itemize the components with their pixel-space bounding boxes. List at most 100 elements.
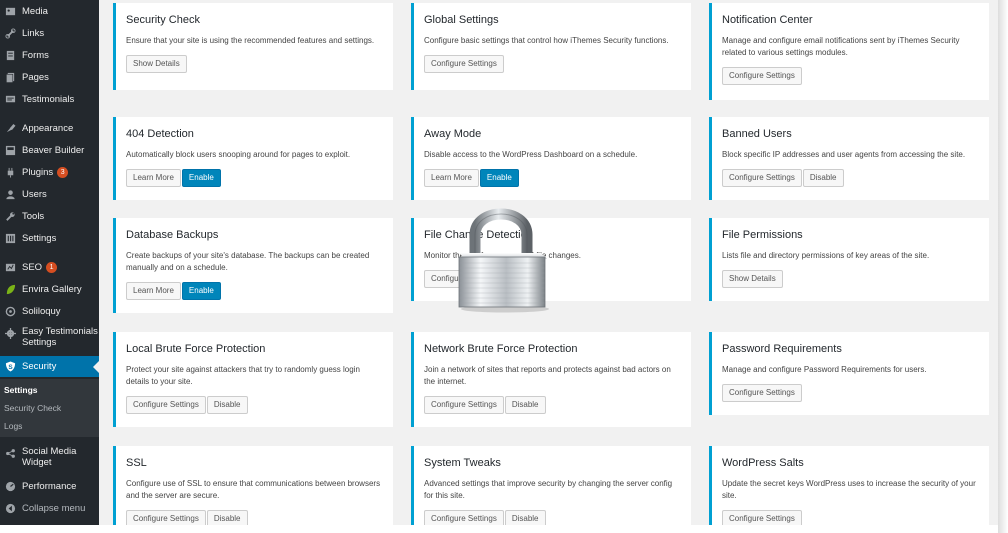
module-card-wordpress-salts: WordPress Salts Update the secret keys W… [709, 446, 989, 528]
module-card-network-brute-force-protection: Network Brute Force Protection Join a ne… [411, 332, 691, 427]
module-card-notification-center: Notification Center Manage and configure… [709, 3, 989, 100]
sidebar-item-label: Pages [22, 71, 49, 83]
module-card-global-settings: Global Settings Configure basic settings… [411, 3, 691, 90]
disable-button[interactable]: Disable [206, 396, 248, 414]
learn-more-button[interactable]: Learn More [126, 169, 181, 187]
sidebar-item-label: Easy Testimonials Settings [22, 326, 98, 348]
sidebar-item-label: Tools [22, 210, 45, 222]
module-description: Protect your site against attackers that… [126, 365, 360, 386]
forms-icon [4, 49, 16, 61]
frame-border [0, 525, 1008, 533]
sidebar-item-forms[interactable]: Forms [0, 48, 99, 62]
module-description: Block specific IP addresses and user age… [722, 150, 966, 159]
submenu-item-logs[interactable]: Logs [4, 421, 22, 431]
enable-button[interactable]: Enable [181, 169, 221, 187]
enable-button[interactable]: Enable [479, 169, 519, 187]
sidebar-item-label: Testimonials [22, 93, 75, 105]
configure-settings-button[interactable]: Configure Settings [126, 396, 206, 414]
module-description: Disable access to the WordPress Dashboar… [424, 150, 638, 159]
testimonials-icon [4, 93, 16, 105]
module-title: Banned Users [722, 128, 792, 140]
module-description: Configure basic settings that control ho… [424, 36, 669, 45]
links-icon [4, 27, 16, 39]
module-card-database-backups: Database Backups Create backups of your … [113, 218, 393, 313]
sidebar-item-label: Performance [22, 480, 77, 492]
seo-icon [4, 261, 16, 273]
module-card-banned-users: Banned Users Block specific IP addresses… [709, 117, 989, 200]
sidebar-item-links[interactable]: Links [0, 26, 99, 40]
update-count-badge: 3 [57, 166, 69, 178]
frame-border [998, 0, 1008, 533]
module-description: Advanced settings that improve security … [424, 479, 673, 500]
sidebar-item-seo[interactable]: SEO 1 [0, 260, 99, 274]
pages-icon [4, 71, 16, 83]
module-card-ssl: SSL Configure use of SSL to ensure that … [113, 446, 393, 528]
sidebar-item-label: Soliloquy [22, 305, 61, 317]
sidebar-item-security[interactable]: S Security [0, 356, 99, 377]
learn-more-button[interactable]: Learn More [424, 169, 479, 187]
sidebar-item-testimonials[interactable]: Testimonials [0, 92, 99, 106]
configure-settings-button[interactable]: Configure Settings [722, 384, 802, 402]
module-title: Away Mode [424, 128, 482, 140]
plugins-icon [4, 166, 16, 178]
module-title: Database Backups [126, 229, 219, 241]
module-card-file-permissions: File Permissions Lists file and director… [709, 218, 989, 301]
submenu-item-security-check[interactable]: Security Check [4, 403, 61, 413]
sidebar-item-plugins[interactable]: Plugins 3 [0, 165, 99, 179]
disable-button[interactable]: Disable [802, 169, 844, 187]
sidebar-item-soliloquy[interactable]: Soliloquy [0, 304, 99, 318]
sidebar-item-envira-gallery[interactable]: Envira Gallery [0, 282, 99, 296]
svg-text:S: S [8, 364, 13, 371]
disable-button[interactable]: Disable [504, 396, 546, 414]
module-title: 404 Detection [126, 128, 194, 140]
sidebar-item-beaver-builder[interactable]: Beaver Builder [0, 143, 99, 157]
social-media-icon [4, 447, 16, 459]
security-submenu: Settings Security Check Logs [0, 379, 99, 437]
configure-settings-button[interactable]: Configure Settings [424, 55, 504, 73]
sidebar-item-label: Social Media Widget [22, 446, 77, 468]
enable-button[interactable]: Enable [181, 282, 221, 300]
module-title: File Permissions [722, 229, 803, 241]
sidebar-item-tools[interactable]: Tools [0, 209, 99, 223]
module-title: System Tweaks [424, 457, 501, 469]
collapse-menu-button[interactable]: Collapse menu [0, 501, 99, 515]
sidebar-item-label: Collapse menu [22, 502, 86, 514]
soliloquy-icon [4, 305, 16, 317]
configure-settings-button[interactable]: Configure Settings [722, 169, 802, 187]
sidebar-item-label: Envira Gallery [22, 283, 82, 295]
module-title: Password Requirements [722, 343, 842, 355]
beaver-builder-icon [4, 144, 16, 156]
show-details-button[interactable]: Show Details [722, 270, 783, 288]
settings-icon [4, 232, 16, 244]
sidebar-item-social-media-widget[interactable]: Social Media Widget [0, 446, 99, 470]
module-description: Manage and configure email notifications… [722, 36, 960, 57]
sidebar-item-label: Forms [22, 49, 49, 61]
module-description: Lists file and directory permissions of … [722, 251, 930, 260]
sidebar-item-appearance[interactable]: Appearance [0, 121, 99, 135]
configure-settings-button[interactable]: Configure Settings [722, 67, 802, 85]
sidebar-item-label: Media [22, 5, 48, 17]
module-card-password-requirements: Password Requirements Manage and configu… [709, 332, 989, 415]
notification-badge: 1 [46, 261, 58, 273]
configure-settings-button[interactable]: Configure Settings [424, 396, 504, 414]
sidebar-item-settings[interactable]: Settings [0, 231, 99, 245]
sidebar-item-media[interactable]: Media [0, 4, 99, 18]
sidebar-item-performance[interactable]: Performance [0, 479, 99, 493]
module-description: Join a network of sites that reports and… [424, 365, 671, 386]
module-title: Local Brute Force Protection [126, 343, 266, 355]
module-card-away-mode: Away Mode Disable access to the WordPres… [411, 117, 691, 200]
module-card-system-tweaks: System Tweaks Advanced settings that imp… [411, 446, 691, 528]
module-title: WordPress Salts [722, 457, 804, 469]
module-card-local-brute-force-protection: Local Brute Force Protection Protect you… [113, 332, 393, 427]
learn-more-button[interactable]: Learn More [126, 282, 181, 300]
submenu-item-settings[interactable]: Settings [4, 385, 38, 395]
sidebar-item-easy-testimonials-settings[interactable]: Easy Testimonials Settings [0, 326, 99, 350]
show-details-button[interactable]: Show Details [126, 55, 187, 73]
module-description: Manage and configure Password Requiremen… [722, 365, 927, 374]
sidebar-item-users[interactable]: Users [0, 187, 99, 201]
admin-sidebar: Media Links Forms Pages Testimonials App… [0, 0, 99, 525]
sidebar-item-pages[interactable]: Pages [0, 70, 99, 84]
collapse-icon [4, 502, 16, 514]
module-title: Global Settings [424, 14, 499, 26]
security-shield-icon: S [4, 361, 16, 373]
